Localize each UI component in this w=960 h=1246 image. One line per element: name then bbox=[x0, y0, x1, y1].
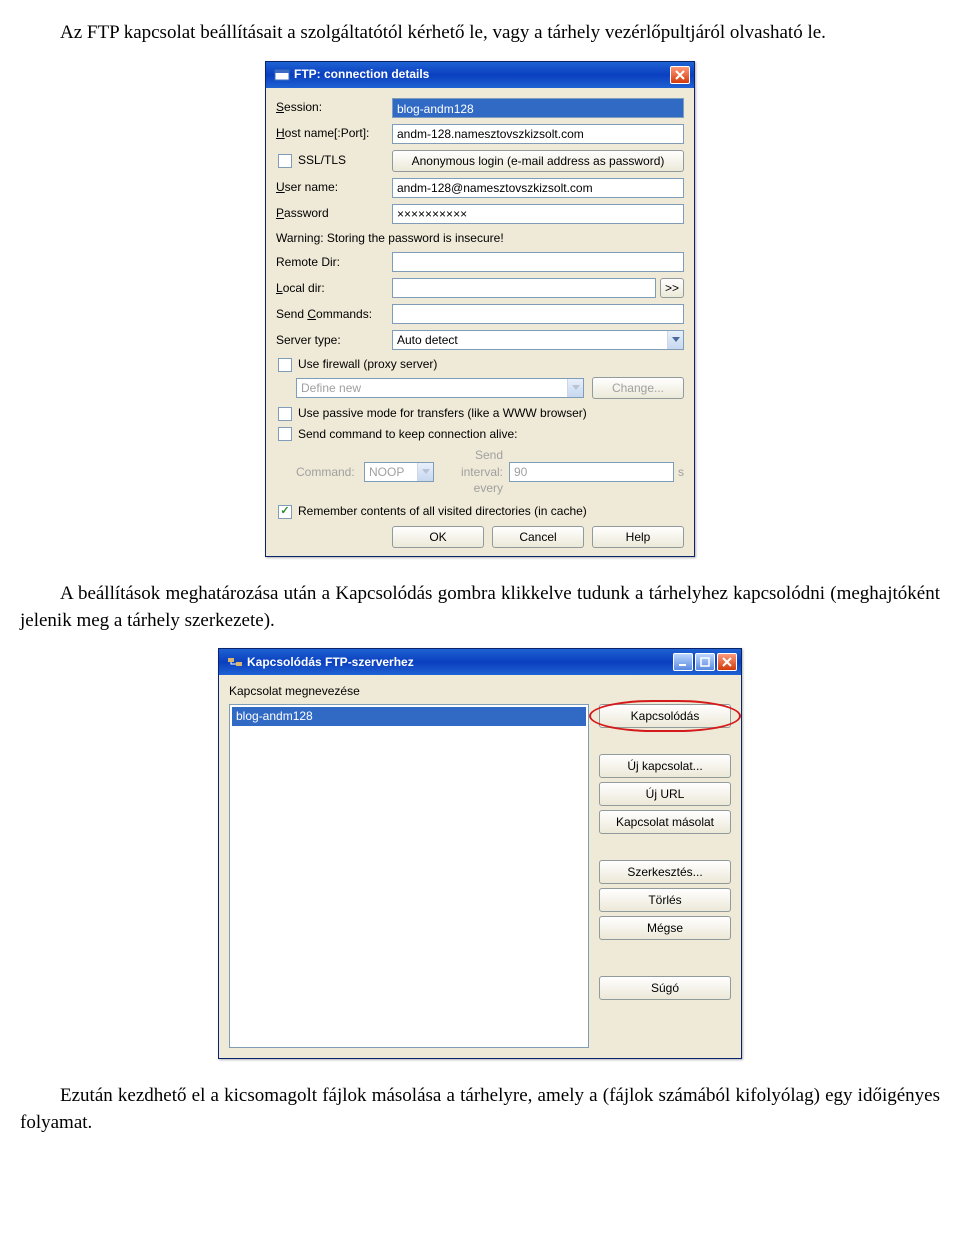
close-icon[interactable] bbox=[670, 66, 690, 84]
server-type-value: Auto detect bbox=[397, 332, 458, 349]
remote-dir-input[interactable] bbox=[392, 252, 684, 272]
chevron-down-icon bbox=[667, 331, 683, 349]
noop-value: NOOP bbox=[369, 464, 404, 481]
password-warning: Warning: Storing the password is insecur… bbox=[276, 230, 684, 247]
interval-label: Send interval: every bbox=[434, 447, 509, 497]
chevron-down-icon bbox=[567, 379, 583, 397]
dialog-icon bbox=[274, 67, 290, 83]
keepalive-checkbox[interactable] bbox=[278, 427, 292, 441]
dialog-2-icon bbox=[227, 654, 243, 670]
chevron-down-icon bbox=[417, 463, 433, 481]
paragraph-2: A beállítások meghatározása után a Kapcs… bbox=[20, 581, 940, 634]
cancel-button[interactable]: Cancel bbox=[492, 526, 584, 548]
minimize-icon[interactable] bbox=[673, 653, 693, 671]
interval-unit: s bbox=[674, 464, 684, 481]
edit-button[interactable]: Szerkesztés... bbox=[599, 860, 731, 884]
local-dir-browse-button[interactable]: >> bbox=[660, 278, 684, 298]
send-commands-input[interactable] bbox=[392, 304, 684, 324]
help-button-2[interactable]: Súgó bbox=[599, 976, 731, 1000]
ssl-label: SSL/TLS bbox=[298, 152, 346, 169]
firewall-checkbox[interactable] bbox=[278, 358, 292, 372]
dialog-1-titlebar[interactable]: FTP: connection details bbox=[266, 62, 694, 88]
passive-checkbox[interactable] bbox=[278, 407, 292, 421]
ftp-connection-dialog: FTP: connection details Session: blog-an… bbox=[265, 61, 695, 557]
firewall-select: Define new bbox=[296, 378, 584, 398]
firewall-label: Use firewall (proxy server) bbox=[298, 356, 437, 373]
servertype-label: Server type: bbox=[276, 332, 392, 349]
remember-label: Remember contents of all visited directo… bbox=[298, 503, 587, 520]
dialog-1-title: FTP: connection details bbox=[294, 66, 670, 83]
server-type-select[interactable]: Auto detect bbox=[392, 330, 684, 350]
dialog-2-body: Kapcsolat megnevezése blog-andm128 Kapcs… bbox=[219, 675, 741, 1058]
session-input[interactable]: blog-andm128 bbox=[392, 98, 684, 118]
remember-checkbox[interactable] bbox=[278, 505, 292, 519]
command-label: Command: bbox=[296, 464, 364, 481]
ok-button[interactable]: OK bbox=[392, 526, 484, 548]
new-url-button[interactable]: Új URL bbox=[599, 782, 731, 806]
change-button: Change... bbox=[592, 377, 684, 399]
host-input[interactable] bbox=[392, 124, 684, 144]
noop-select: NOOP bbox=[364, 462, 434, 482]
firewall-option: Define new bbox=[301, 380, 361, 397]
close-icon[interactable] bbox=[717, 653, 737, 671]
password-input[interactable] bbox=[392, 204, 684, 224]
paragraph-1: Az FTP kapcsolat beállításait a szolgált… bbox=[20, 20, 940, 47]
host-label: Host name[:Port]: bbox=[276, 125, 392, 142]
connect-button[interactable]: Kapcsolódás bbox=[599, 704, 731, 728]
dialog-1-wrap: FTP: connection details Session: blog-an… bbox=[20, 61, 940, 557]
session-label: Session: bbox=[276, 99, 392, 116]
cancel-button-2[interactable]: Mégse bbox=[599, 916, 731, 940]
copy-connection-button[interactable]: Kapcsolat másolat bbox=[599, 810, 731, 834]
ftp-connect-dialog: Kapcsolódás FTP-szerverhez Kapcsolat meg… bbox=[218, 648, 742, 1059]
list-item[interactable]: blog-andm128 bbox=[232, 707, 586, 726]
dialog-1-body: Session: blog-andm128 Host name[:Port]: … bbox=[266, 88, 694, 556]
ssl-checkbox[interactable] bbox=[278, 154, 292, 168]
sendcmd-label: Send Commands: bbox=[276, 306, 392, 323]
connection-list-label: Kapcsolat megnevezése bbox=[229, 683, 731, 700]
maximize-icon[interactable] bbox=[695, 653, 715, 671]
user-input[interactable] bbox=[392, 178, 684, 198]
delete-button[interactable]: Törlés bbox=[599, 888, 731, 912]
local-label: Local dir: bbox=[276, 280, 392, 297]
anonymous-login-button[interactable]: Anonymous login (e-mail address as passw… bbox=[392, 150, 684, 172]
keepalive-label: Send command to keep connection alive: bbox=[298, 426, 517, 443]
remote-label: Remote Dir: bbox=[276, 254, 392, 271]
dialog-2-wrap: Kapcsolódás FTP-szerverhez Kapcsolat meg… bbox=[20, 648, 940, 1059]
password-label: Password bbox=[276, 205, 392, 222]
connection-listbox[interactable]: blog-andm128 bbox=[229, 704, 589, 1048]
new-connection-button[interactable]: Új kapcsolat... bbox=[599, 754, 731, 778]
interval-input bbox=[509, 462, 674, 482]
local-dir-input[interactable] bbox=[392, 278, 656, 298]
dialog-2-titlebar[interactable]: Kapcsolódás FTP-szerverhez bbox=[219, 649, 741, 675]
dialog-2-title: Kapcsolódás FTP-szerverhez bbox=[247, 654, 671, 671]
help-button[interactable]: Help bbox=[592, 526, 684, 548]
passive-label: Use passive mode for transfers (like a W… bbox=[298, 405, 587, 422]
paragraph-3: Ezután kezdhető el a kicsomagolt fájlok … bbox=[20, 1083, 940, 1136]
user-label: User name: bbox=[276, 179, 392, 196]
